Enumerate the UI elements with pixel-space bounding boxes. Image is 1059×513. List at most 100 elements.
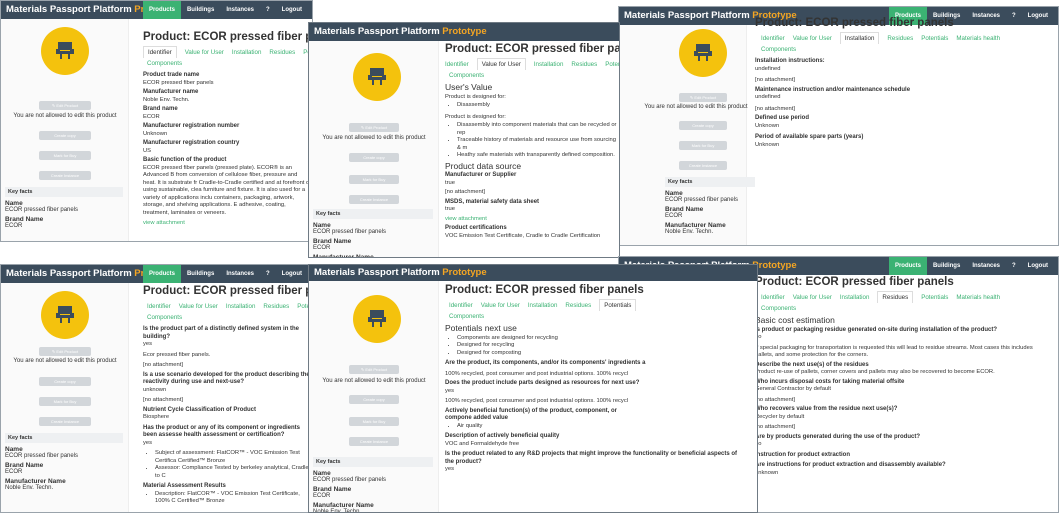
tab-components[interactable]: Components (143, 58, 304, 69)
field-label: Defined use period (755, 115, 810, 121)
nav-instances[interactable]: Instances (966, 263, 1006, 269)
key-facts-header: Key facts (665, 177, 755, 187)
create-instance-button[interactable]: Create Instance (349, 437, 399, 446)
view-attachment-link[interactable]: view attachment (445, 216, 619, 224)
create-instance-button[interactable]: Create Instance (679, 161, 727, 170)
create-copy-button[interactable]: Create copy (349, 395, 399, 404)
app-brand[interactable]: Materials Passport Platform Prototype (314, 267, 487, 278)
tab-installation[interactable]: Installation (840, 294, 870, 301)
list-item: Description: FlatCOR™ - VOC Emission Tes… (155, 491, 311, 506)
tab-materials-health[interactable]: Materials health (956, 35, 1000, 42)
tab-installation[interactable]: Installation (528, 302, 558, 309)
tab-identifier[interactable]: Identifier (445, 61, 469, 68)
mark-buy-button[interactable]: Mark for Buy (349, 175, 399, 184)
edit-product-button[interactable]: ✎ Edit Product (39, 347, 91, 356)
tab-potentials[interactable]: Potentials (921, 35, 948, 42)
list-item: Subject of assessment: FlatCOR™ - VOC Em… (155, 450, 311, 465)
list-item: Components are designed for recycling (457, 335, 745, 343)
tab-bar: Identifier Value for User Installation Resi… (445, 299, 757, 322)
edit-product-button[interactable]: ✎ Edit Product (39, 101, 91, 110)
nav-products[interactable]: Products (142, 1, 181, 19)
tab-installation[interactable]: Installation (839, 32, 880, 44)
create-instance-button[interactable]: Create Instance (39, 417, 91, 426)
design-list: Disassembly into component materials tha… (445, 122, 619, 160)
nav-products[interactable]: Products (142, 265, 181, 283)
tab-installation[interactable]: Installation (534, 61, 564, 68)
field-label: Manufacturer name (143, 89, 199, 95)
sidebar: ✎ Edit Product You are not allowed to ed… (1, 19, 129, 241)
tab-value[interactable]: Value for User (793, 35, 832, 42)
nav-instances[interactable]: Instances (220, 7, 260, 13)
tab-identifier[interactable]: Identifier (755, 35, 785, 42)
assessment-list: Subject of assessment: FlatCOR™ - VOC Em… (143, 450, 311, 480)
tab-residues[interactable]: Residues (565, 302, 591, 309)
tab-bar: Identifier Value for User Installation Resi… (445, 58, 619, 81)
tab-components[interactable]: Components (445, 311, 749, 322)
chair-icon (368, 68, 386, 85)
edit-product-button[interactable]: ✎ Edit Product (679, 93, 727, 102)
view-attachment-link[interactable]: view attachment (143, 220, 312, 228)
nav-logout[interactable]: Logout (276, 271, 308, 277)
tab-identifier[interactable]: Identifier (755, 294, 785, 301)
tab-materials-health[interactable]: Materials health (956, 294, 1000, 301)
tab-installation[interactable]: Installation (226, 303, 256, 310)
tab-residues[interactable]: Residues (877, 291, 914, 303)
tab-potentials[interactable]: Potentials (605, 61, 619, 68)
tab-components[interactable]: Components (445, 70, 611, 81)
app-brand[interactable]: Materials Passport Platform Prototype (314, 26, 487, 37)
tab-components[interactable]: Components (143, 312, 304, 323)
create-instance-button[interactable]: Create Instance (349, 195, 399, 204)
field-value: US (143, 147, 152, 154)
nav-products[interactable]: Products (888, 257, 927, 275)
tab-value[interactable]: Value for User (185, 49, 224, 56)
create-copy-button[interactable]: Create copy (679, 121, 727, 130)
edit-product-button[interactable]: ✎ Edit Product (349, 123, 399, 132)
create-copy-button[interactable]: Create copy (39, 131, 91, 140)
key-facts: Key facts Name ECOR pressed fiber panels… (313, 209, 433, 257)
field-value: ECOR pressed fiber panels (pressed plate… (143, 164, 311, 216)
tab-value[interactable]: Value for User (179, 303, 218, 310)
nav-logout[interactable]: Logout (276, 7, 308, 13)
tab-residues[interactable]: Residues (263, 303, 289, 310)
nav-buildings[interactable]: Buildings (181, 271, 220, 277)
fact-value: ECOR (5, 223, 23, 229)
field-value: Unknown (143, 130, 168, 137)
nav-help[interactable]: ? (260, 271, 276, 277)
mark-buy-button[interactable]: Mark for Buy (39, 151, 91, 160)
tab-value[interactable]: Value for User (481, 302, 520, 309)
tab-components[interactable]: Components (755, 303, 1050, 314)
mark-buy-button[interactable]: Mark for Buy (39, 397, 91, 406)
tab-installation[interactable]: Installation (232, 49, 262, 56)
chair-icon (56, 42, 74, 59)
nav-buildings[interactable]: Buildings (927, 263, 966, 269)
fact-value: ECOR (5, 469, 23, 475)
tab-residues[interactable]: Residues (269, 49, 295, 56)
tab-identifier[interactable]: Identifier (445, 302, 473, 309)
key-facts-header: Key facts (5, 187, 123, 197)
tab-components[interactable]: Components (755, 44, 1050, 55)
not-allowed-text: You are not allowed to edit this product (13, 113, 117, 119)
nav-logout[interactable]: Logout (1022, 263, 1054, 269)
tab-identifier[interactable]: Identifier (143, 46, 177, 58)
mark-buy-button[interactable]: Mark for Buy (349, 417, 399, 426)
create-copy-button[interactable]: Create copy (39, 377, 91, 386)
tab-value[interactable]: Value for User (793, 294, 832, 301)
create-copy-button[interactable]: Create copy (349, 153, 399, 162)
section-heading: Product data source (445, 160, 522, 171)
create-instance-button[interactable]: Create Instance (39, 171, 91, 180)
nav-help[interactable]: ? (260, 7, 276, 13)
tab-value[interactable]: Value for User (476, 58, 526, 70)
page-title: Product: ECOR pressed fiber panels (755, 17, 954, 29)
top-nav-bar: Materials Passport Platform Prototype Pr… (1, 265, 312, 283)
nav-instances[interactable]: Instances (220, 271, 260, 277)
edit-product-button[interactable]: ✎ Edit Product (349, 365, 399, 374)
nav-buildings[interactable]: Buildings (181, 7, 220, 13)
tab-residues[interactable]: Residues (887, 35, 913, 42)
question-label: Does the product include parts designed … (445, 380, 640, 386)
tab-potentials[interactable]: Potentials (599, 299, 637, 311)
mark-buy-button[interactable]: Mark for Buy (679, 141, 727, 150)
nav-help[interactable]: ? (1006, 263, 1022, 269)
tab-identifier[interactable]: Identifier (143, 303, 171, 310)
tab-potentials[interactable]: Potentials (921, 294, 948, 301)
tab-residues[interactable]: Residues (571, 61, 597, 68)
